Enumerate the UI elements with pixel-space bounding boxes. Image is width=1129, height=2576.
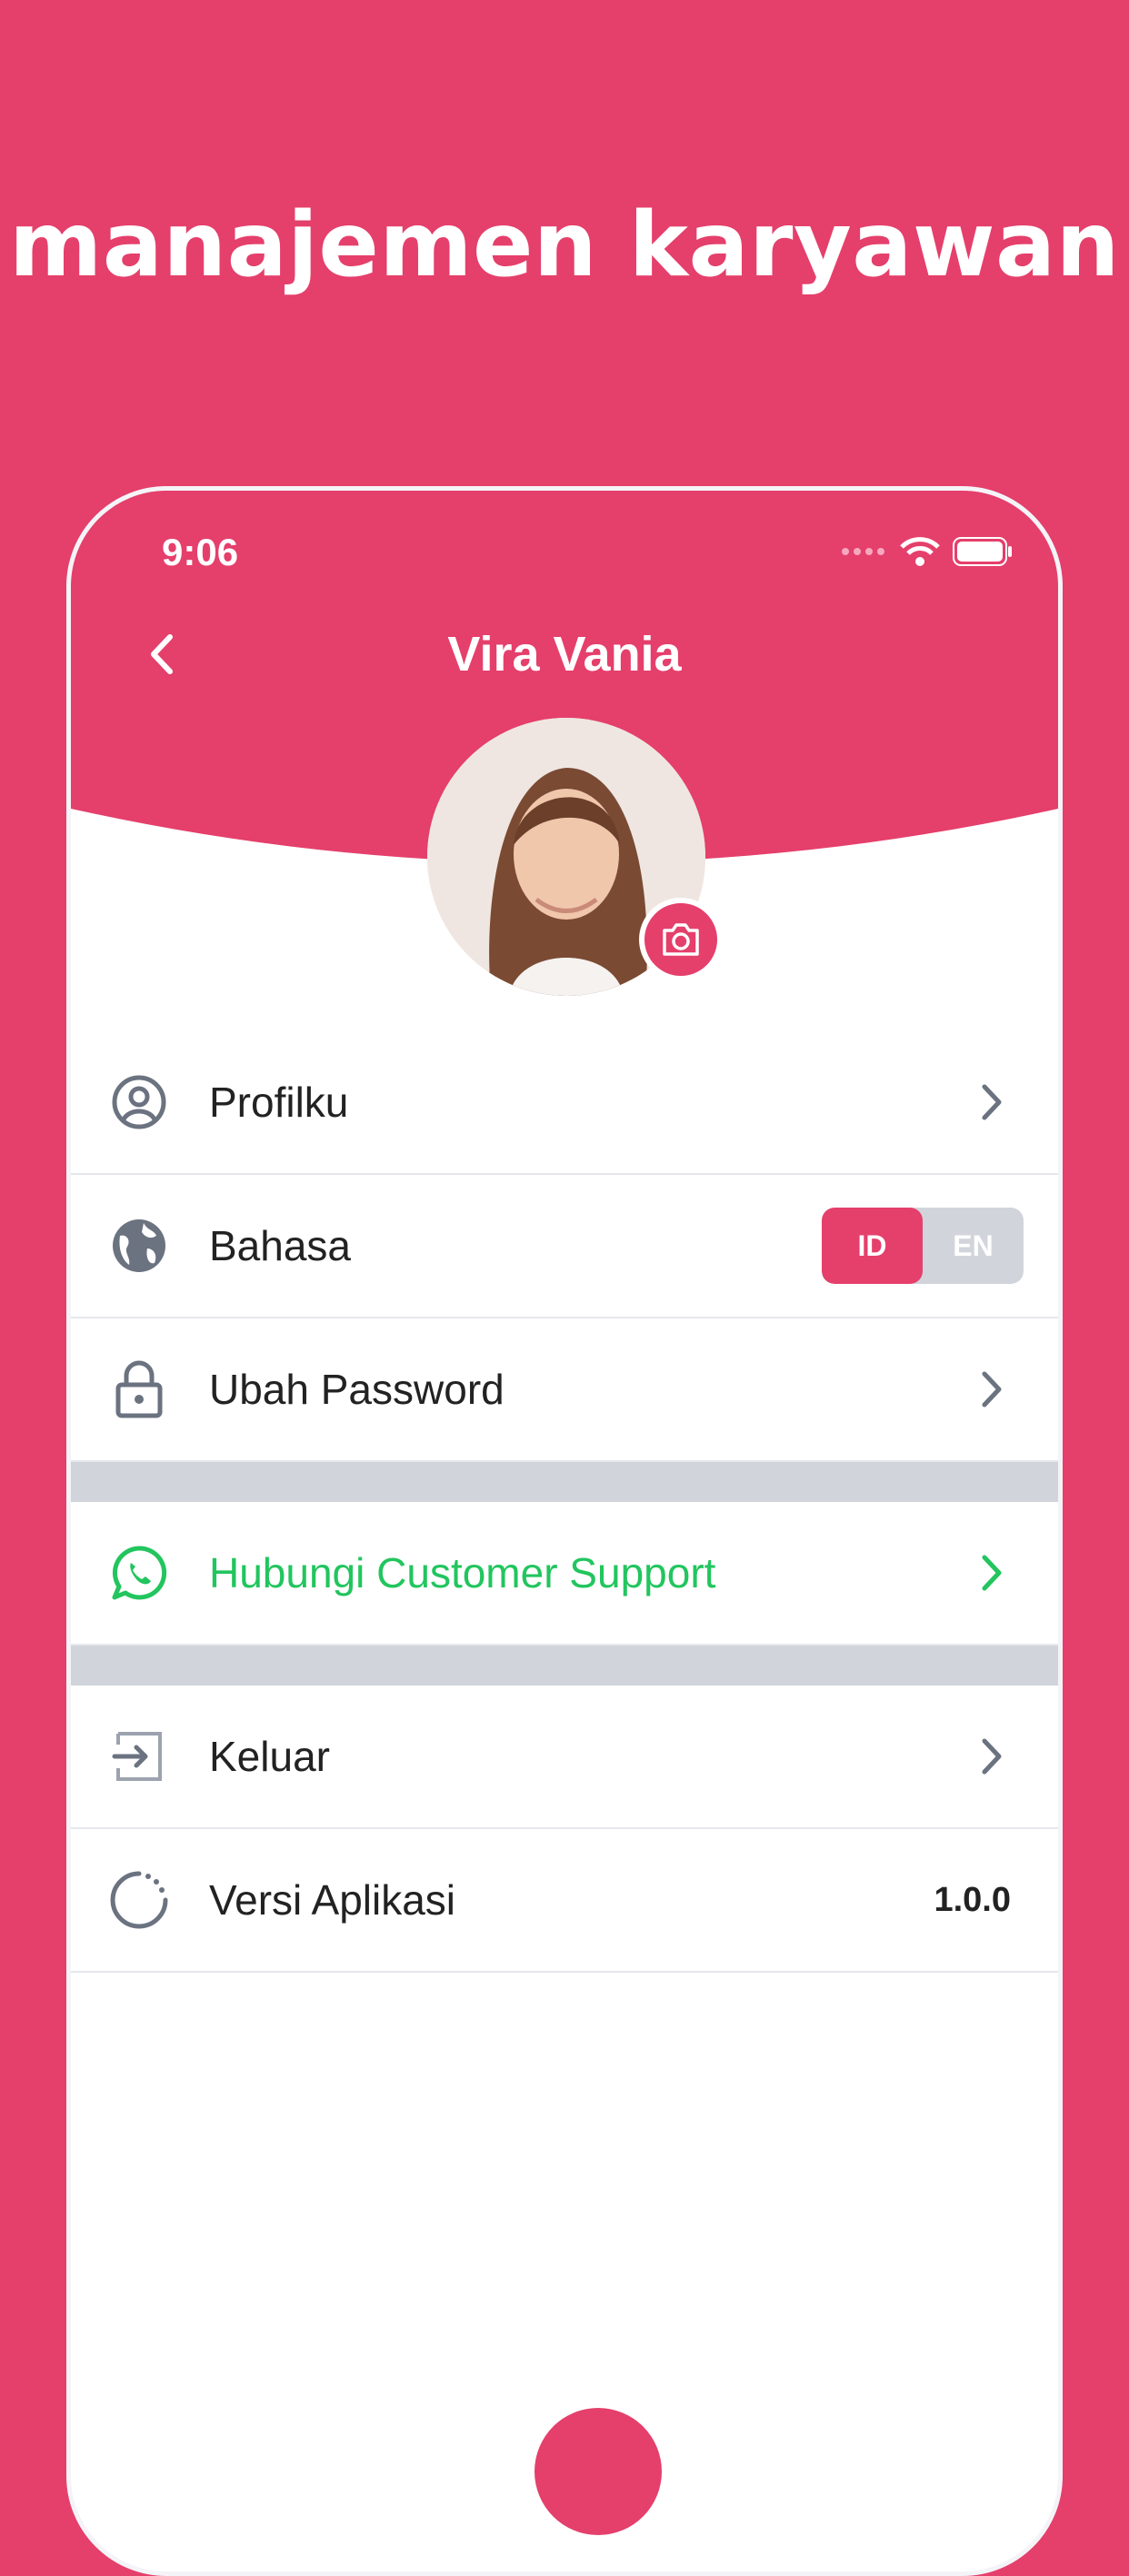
logout-icon — [107, 1725, 171, 1788]
status-icons — [842, 536, 1013, 567]
menu-item-profile[interactable]: Profilku — [71, 1031, 1058, 1175]
menu-item-password[interactable]: Ubah Password — [71, 1318, 1058, 1462]
bottom-action-button[interactable] — [535, 2408, 662, 2535]
section-divider — [71, 1646, 1058, 1686]
menu-item-support[interactable]: Hubungi Customer Support — [71, 1502, 1058, 1646]
wifi-icon — [900, 537, 940, 566]
language-option-id[interactable]: ID — [822, 1208, 923, 1284]
menu-item-label: Hubungi Customer Support — [209, 1549, 716, 1596]
app-version-value: 1.0.0 — [934, 1880, 1011, 1919]
chevron-right-icon — [969, 1734, 1014, 1779]
phone-frame: 9:06 Vira Vania Profilku Bahasa ID EN Ub… — [66, 486, 1063, 2576]
menu-item-label: Versi Aplikasi — [209, 1876, 456, 1924]
menu-item-label: Bahasa — [209, 1222, 352, 1269]
menu-item-logout[interactable]: Keluar — [71, 1686, 1058, 1829]
menu-item-version: Versi Aplikasi 1.0.0 — [71, 1829, 1058, 1973]
page-title: Vira Vania — [447, 627, 682, 681]
battery-icon — [953, 537, 1012, 566]
menu-item-language: Bahasa ID EN — [71, 1175, 1058, 1318]
menu-item-label: Ubah Password — [209, 1366, 505, 1413]
status-time: 9:06 — [162, 531, 239, 573]
menu-item-label: Keluar — [209, 1733, 330, 1780]
headline: manajemen karyawan — [9, 194, 1120, 297]
camera-icon — [663, 923, 699, 956]
whatsapp-icon — [107, 1541, 171, 1605]
user-circle-icon — [107, 1070, 171, 1134]
globe-icon — [107, 1214, 171, 1278]
signal-icon — [842, 548, 884, 555]
loader-icon — [107, 1868, 171, 1932]
change-photo-button[interactable] — [639, 898, 723, 981]
settings-menu: Profilku Bahasa ID EN Ubah Password Hubu… — [71, 1031, 1058, 1973]
section-divider — [71, 1462, 1058, 1502]
chevron-right-icon — [969, 1079, 1014, 1125]
lock-icon — [107, 1358, 171, 1421]
language-option-en[interactable]: EN — [923, 1208, 1024, 1284]
chevron-right-icon — [969, 1367, 1014, 1412]
language-toggle[interactable]: ID EN — [822, 1208, 1024, 1284]
chevron-right-icon — [969, 1550, 1014, 1596]
menu-item-label: Profilku — [209, 1079, 349, 1126]
